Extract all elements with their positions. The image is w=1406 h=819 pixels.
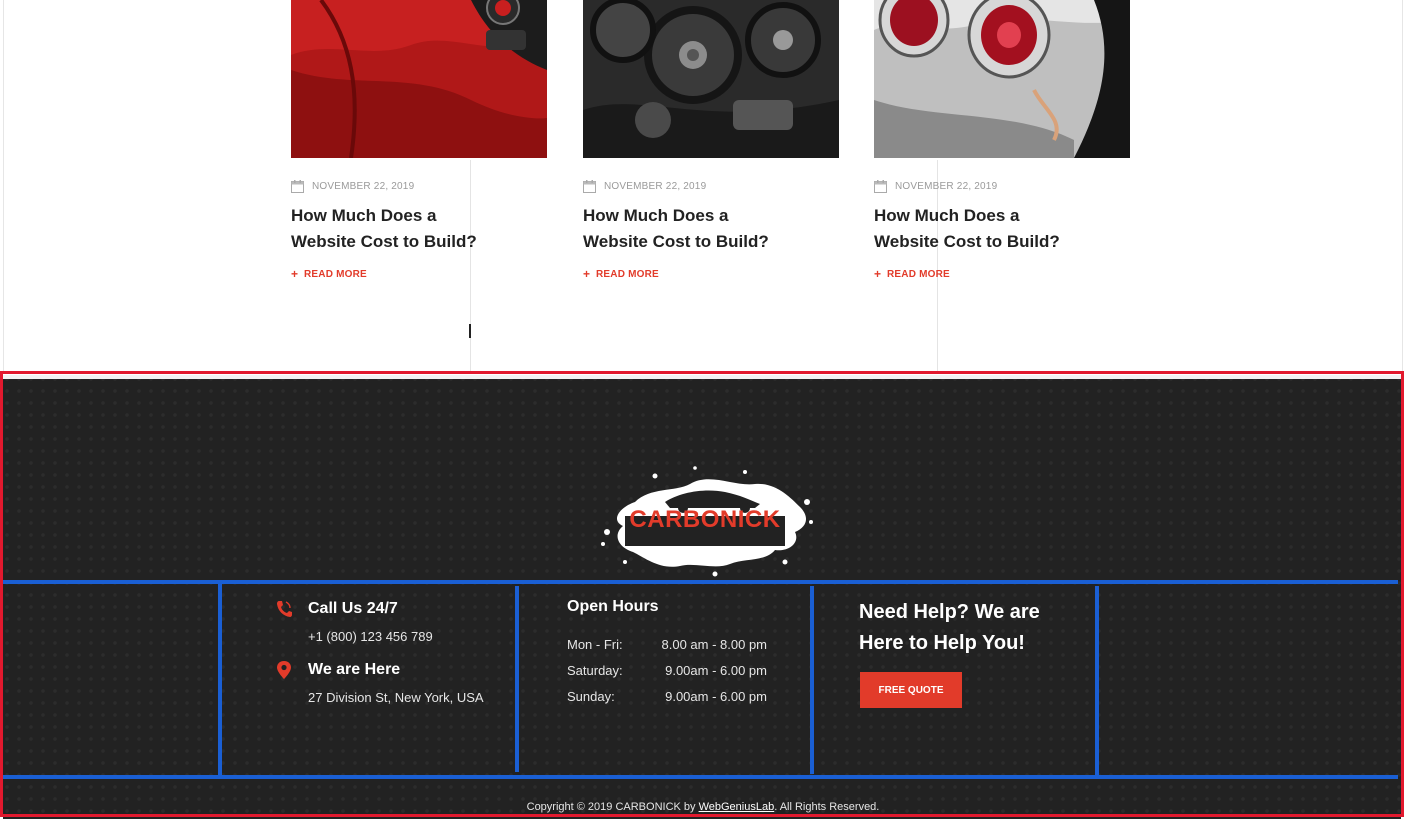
read-more-link[interactable]: + READ MORE	[291, 268, 367, 280]
location-pin-icon	[277, 661, 291, 679]
phone-icon	[277, 601, 292, 617]
author-link[interactable]: WebGeniusLab	[699, 801, 775, 813]
grid-highlight-line	[3, 775, 1398, 779]
calendar-icon	[874, 180, 887, 193]
logo-wordmark: CARBONICK	[629, 506, 781, 533]
grid-highlight-line	[810, 586, 814, 774]
post-title[interactable]: How Much Does a Website Cost to Build?	[291, 203, 506, 255]
calendar-icon	[583, 180, 596, 193]
location-heading: We are Here	[308, 661, 401, 678]
grid-highlight-line	[218, 584, 222, 776]
hours-time: 9.00am - 6.00 pm	[665, 689, 767, 704]
site-footer	[3, 375, 1401, 819]
phone-number[interactable]: +1 (800) 123 456 789	[308, 629, 433, 644]
post-meta: NOVEMBER 22, 2019	[291, 180, 414, 193]
post-image-engine[interactable]	[583, 0, 839, 158]
post-date: NOVEMBER 22, 2019	[895, 181, 998, 192]
plus-icon: +	[583, 267, 591, 281]
hours-day: Saturday:	[567, 663, 623, 678]
copyright-suffix: . All Rights Reserved.	[774, 801, 880, 813]
page-edge-line-right	[1402, 0, 1403, 372]
text-cursor	[469, 324, 471, 338]
read-more-label: READ MORE	[304, 268, 367, 280]
footer-logo[interactable]: CARBONICK	[595, 462, 815, 578]
post-meta: NOVEMBER 22, 2019	[583, 180, 706, 193]
post-date: NOVEMBER 22, 2019	[312, 181, 415, 192]
layout-guide-line	[470, 160, 471, 372]
address: 27 Division St, New York, USA	[308, 690, 484, 705]
post-title[interactable]: How Much Does a Website Cost to Build?	[874, 203, 1089, 255]
post-image-taillights[interactable]	[874, 0, 1130, 158]
hours-day: Sunday:	[567, 689, 615, 704]
hours-time: 8.00 am - 8.00 pm	[661, 637, 768, 652]
post-title[interactable]: How Much Does a Website Cost to Build?	[583, 203, 798, 255]
copyright: Copyright © 2019 CARBONICK by WebGeniusL…	[0, 801, 1406, 813]
plus-icon: +	[291, 267, 299, 281]
call-heading: Call Us 24/7	[308, 600, 398, 617]
read-more-link[interactable]: + READ MORE	[874, 268, 950, 280]
page-edge-line	[3, 0, 4, 372]
footer-top-border	[3, 375, 1401, 379]
grid-highlight-line	[515, 586, 519, 772]
help-heading: Need Help? We are Here to Help You!	[859, 601, 1040, 654]
read-more-link[interactable]: + READ MORE	[583, 268, 659, 280]
post-meta: NOVEMBER 22, 2019	[874, 180, 997, 193]
plus-icon: +	[874, 267, 882, 281]
read-more-label: READ MORE	[596, 268, 659, 280]
copyright-prefix: Copyright © 2019 CARBONICK by	[526, 801, 699, 813]
grid-highlight-line	[1095, 586, 1099, 776]
post-date: NOVEMBER 22, 2019	[604, 181, 707, 192]
read-more-label: READ MORE	[887, 268, 950, 280]
post-image-red-interior[interactable]	[291, 0, 547, 158]
grid-highlight-line	[3, 580, 1398, 584]
hours-day: Mon - Fri:	[567, 637, 623, 652]
calendar-icon	[291, 180, 304, 193]
free-quote-button[interactable]: FREE QUOTE	[860, 672, 962, 708]
hours-heading: Open Hours	[567, 598, 659, 615]
hours-time: 9.00am - 6.00 pm	[665, 663, 767, 678]
